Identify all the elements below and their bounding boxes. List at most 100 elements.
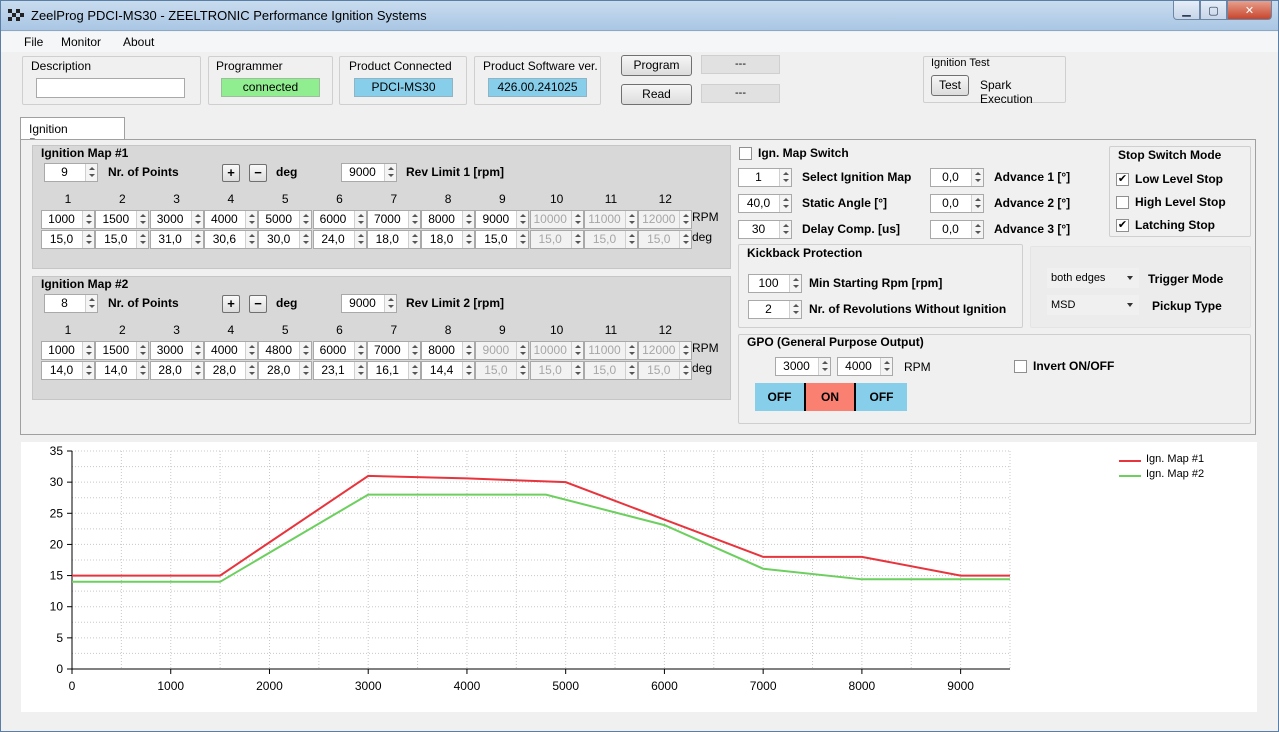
high-level-stop-checkbox[interactable]: [1116, 196, 1129, 209]
map1-deg-cell[interactable]: 30,0: [258, 230, 313, 249]
advance-2-spinner[interactable]: 0,0: [930, 194, 984, 213]
select-map-spinner[interactable]: 1: [738, 168, 792, 187]
revolutions-spinner[interactable]: 2: [748, 300, 802, 319]
description-input[interactable]: [36, 78, 185, 98]
static-angle-spinner[interactable]: 40,0: [738, 194, 792, 213]
advance-3-spinner[interactable]: 0,0: [930, 220, 984, 239]
map1-deg-cell[interactable]: 15,0: [529, 230, 584, 249]
map1-deg-cell[interactable]: 15,0: [584, 230, 638, 249]
map2-deg-cell[interactable]: 14,0: [95, 361, 150, 380]
map2-rpm-cell[interactable]: 10000: [529, 341, 584, 360]
map1-rpm-cell[interactable]: 5000: [258, 210, 313, 229]
resize-grip-icon[interactable]: [1265, 713, 1277, 725]
x-tick-label: 8000: [849, 679, 876, 693]
ign-map-switch-checkbox[interactable]: [739, 147, 752, 160]
map1-deg-cell[interactable]: 18,0: [366, 230, 421, 249]
map2-rev-limit-spinner[interactable]: 9000: [341, 294, 397, 313]
map2-rpm-cell[interactable]: 12000: [638, 341, 693, 360]
maximize-button[interactable]: ▢: [1200, 1, 1227, 20]
map2-deg-cell[interactable]: 28,0: [149, 361, 204, 380]
map2-rpm-cell[interactable]: 8000: [421, 341, 476, 360]
gpo-rpm-high-spinner[interactable]: 4000: [837, 357, 893, 376]
map1-rpm-cell[interactable]: 12000: [638, 210, 693, 229]
map1-rpm-cell[interactable]: 3000: [149, 210, 204, 229]
delay-comp-spinner[interactable]: 30: [738, 220, 792, 239]
map1-rev-limit-spinner[interactable]: 9000: [341, 163, 397, 182]
menu-monitor[interactable]: Monitor: [61, 35, 101, 49]
map1-rpm-cell[interactable]: 11000: [584, 210, 638, 229]
map2-deg-cell[interactable]: 15,0: [584, 361, 638, 380]
map1-column-number: 6: [336, 192, 343, 206]
map2-remove-point-button[interactable]: −: [249, 295, 267, 313]
map2-column-number: 1: [64, 323, 72, 337]
map2-deg-cell[interactable]: 23,1: [312, 361, 367, 380]
map1-rpm-cell[interactable]: 8000: [421, 210, 476, 229]
product-connected-label: Product Connected: [349, 59, 452, 73]
map1-deg-cell[interactable]: 15,0: [475, 230, 530, 249]
map2-rpm-cell[interactable]: 3000: [149, 341, 204, 360]
chart-legend: Ign. Map #1 Ign. Map #2: [1119, 453, 1239, 493]
latching-stop-label: Latching Stop: [1135, 218, 1215, 232]
map1-deg-cell[interactable]: 31,0: [149, 230, 204, 249]
map1-deg-cell[interactable]: 15,0: [638, 230, 693, 249]
map1-rpm-cell[interactable]: 1000: [41, 210, 95, 229]
map1-deg-cell[interactable]: 24,0: [312, 230, 367, 249]
map2-rpm-cell[interactable]: 9000: [475, 341, 530, 360]
gpo-rpm-low-spinner[interactable]: 3000: [775, 357, 831, 376]
stop-switch-group: Stop Switch Mode ✔ Low Level Stop High L…: [1109, 146, 1251, 237]
map2-rpm-cell[interactable]: 7000: [366, 341, 421, 360]
map2-deg-cell[interactable]: 16,1: [366, 361, 421, 380]
maximize-icon: ▢: [1208, 4, 1219, 17]
map1-deg-cell[interactable]: 15,0: [41, 230, 95, 249]
map2-add-point-button[interactable]: +: [222, 295, 240, 313]
map1-deg-cell[interactable]: 15,0: [95, 230, 150, 249]
menu-about[interactable]: About: [123, 35, 154, 49]
invert-checkbox[interactable]: [1014, 360, 1027, 373]
map2-column-number: 9: [499, 323, 506, 337]
map1-deg-cell[interactable]: 18,0: [421, 230, 476, 249]
map2-deg-cell[interactable]: 28,0: [203, 361, 258, 380]
map2-rpm-cell[interactable]: 11000: [584, 341, 638, 360]
map1-deg-cell[interactable]: 30,6: [203, 230, 258, 249]
map2-deg-cell[interactable]: 15,0: [475, 361, 530, 380]
map2-deg-cell[interactable]: 15,0: [638, 361, 693, 380]
map1-rpm-cell[interactable]: 4000: [203, 210, 258, 229]
map2-rpm-cell[interactable]: 1500: [95, 341, 150, 360]
map1-rpm-cell[interactable]: 9000: [475, 210, 530, 229]
map2-rpm-cell[interactable]: 4800: [258, 341, 313, 360]
map1-points-spinner[interactable]: 9: [44, 163, 98, 182]
map2-rpm-cell[interactable]: 6000: [312, 341, 367, 360]
x-tick-label: 5000: [552, 679, 579, 693]
low-level-stop-checkbox[interactable]: ✔: [1116, 173, 1129, 186]
map2-deg-cell[interactable]: 14,0: [41, 361, 95, 380]
program-button[interactable]: Program: [621, 55, 692, 76]
minimize-button[interactable]: ▁: [1173, 1, 1200, 20]
map1-rpm-cell[interactable]: 1500: [95, 210, 150, 229]
map2-deg-cell[interactable]: 15,0: [529, 361, 584, 380]
map2-points-spinner[interactable]: 8: [44, 294, 98, 313]
map1-column-number: 11: [604, 192, 618, 206]
read-button[interactable]: Read: [621, 84, 692, 105]
map1-add-point-button[interactable]: +: [222, 164, 240, 182]
map1-rpm-cell[interactable]: 7000: [366, 210, 421, 229]
map2-deg-cell[interactable]: 28,0: [258, 361, 313, 380]
close-button[interactable]: ✕: [1227, 1, 1272, 20]
gpo-off-zone-1: OFF: [755, 383, 806, 411]
checkered-flag-icon: [8, 9, 24, 21]
map1-rpm-cell[interactable]: 6000: [312, 210, 367, 229]
tab-ignition-parameters[interactable]: Ignition Parameters: [20, 117, 125, 150]
test-button[interactable]: Test: [931, 75, 969, 96]
map1-rpm-cell[interactable]: 10000: [529, 210, 584, 229]
trigger-mode-select[interactable]: both edges: [1047, 268, 1139, 288]
menu-file[interactable]: File: [24, 35, 43, 49]
min-starting-rpm-spinner[interactable]: 100: [748, 274, 802, 293]
map2-rpm-cell[interactable]: 1000: [41, 341, 95, 360]
latching-stop-checkbox[interactable]: ✔: [1116, 219, 1129, 232]
map1-remove-point-button[interactable]: −: [249, 164, 267, 182]
min-starting-rpm-label: Min Starting Rpm [rpm]: [809, 276, 943, 290]
minus-icon: −: [254, 296, 262, 311]
map2-deg-cell[interactable]: 14,4: [421, 361, 476, 380]
pickup-type-select[interactable]: MSD: [1047, 295, 1139, 315]
map2-rpm-cell[interactable]: 4000: [203, 341, 258, 360]
advance-1-spinner[interactable]: 0,0: [930, 168, 984, 187]
